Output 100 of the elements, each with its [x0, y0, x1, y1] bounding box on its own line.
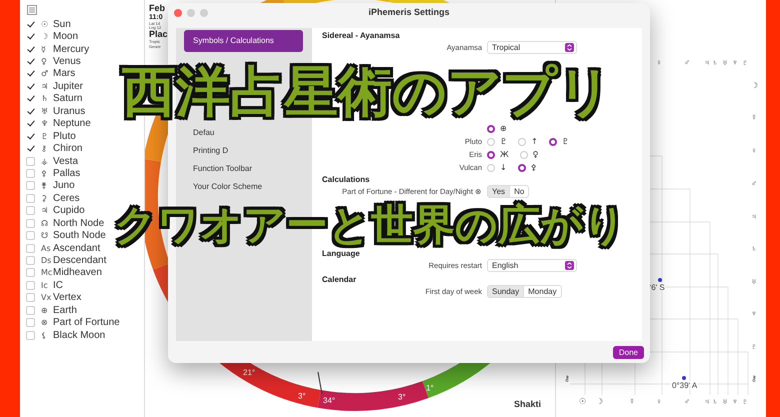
planet-label: Moon — [53, 31, 78, 42]
planet-label: Mars — [53, 68, 76, 80]
radio-button[interactable] — [487, 150, 495, 158]
segment-option[interactable]: Yes — [488, 186, 510, 197]
planet-glyph: ⚴ — [41, 168, 48, 178]
planet-label: Midheaven — [53, 267, 102, 278]
planet-glyph: ⊕ — [41, 306, 49, 315]
segment-option[interactable]: Sunday — [488, 286, 524, 297]
checkbox[interactable] — [26, 268, 35, 278]
planet-label: Mercury — [53, 44, 90, 55]
checkbox[interactable] — [26, 57, 35, 66]
checkbox[interactable] — [26, 106, 35, 116]
checkbox[interactable] — [26, 318, 35, 328]
settings-nav-item[interactable]: Symbols / Calculations — [184, 30, 303, 52]
chevron-updown-icon — [565, 261, 574, 270]
planet-glyph: ⊗ — [41, 318, 49, 328]
checkbox[interactable] — [26, 293, 35, 302]
planet-glyph: ⚶ — [41, 156, 49, 166]
checkbox[interactable] — [26, 32, 35, 42]
symbol-glyph: ↑ — [531, 137, 538, 146]
checkbox[interactable] — [26, 168, 35, 178]
checkbox[interactable] — [26, 280, 35, 290]
planet-label: Ascendant — [53, 242, 100, 254]
radio-button[interactable] — [518, 164, 526, 172]
checkbox[interactable] — [26, 82, 35, 91]
planet-glyph: Mc — [41, 268, 53, 278]
checkbox[interactable] — [26, 194, 35, 203]
planet-glyph: ♂ — [41, 69, 50, 78]
planet-label: North Node — [53, 218, 104, 229]
segment-option[interactable]: No — [509, 186, 528, 197]
dropdown[interactable]: Tropical — [487, 41, 577, 54]
chart-info-text: Feb — [149, 4, 166, 14]
symbol-glyph: Ж — [500, 150, 509, 159]
planet-glyph: Ic — [41, 280, 49, 290]
symbol-glyph: ⊕ — [500, 124, 507, 133]
checkbox[interactable] — [26, 119, 35, 128]
checkbox[interactable] — [26, 132, 35, 141]
checkbox[interactable] — [26, 206, 35, 216]
close-button[interactable] — [174, 8, 182, 16]
planet-label: Earth — [53, 304, 77, 316]
planet-glyph: ☊ — [41, 218, 50, 228]
planet-label: Saturn — [53, 93, 82, 104]
checkbox[interactable] — [26, 156, 35, 166]
planet-label: Cupido — [53, 205, 85, 216]
checkbox[interactable] — [26, 181, 35, 190]
planet-glyph: ☋ — [41, 231, 50, 240]
planet-label: Vesta — [53, 156, 78, 167]
planet-label: Venus — [53, 56, 81, 68]
planet-glyph: ♀ — [41, 57, 48, 66]
checkbox[interactable] — [26, 231, 35, 240]
done-button[interactable]: Done — [612, 346, 644, 358]
symbol-glyph: ♀ — [532, 150, 538, 159]
planet-label: Uranus — [53, 106, 86, 117]
planet-label: Sun — [53, 18, 71, 30]
planet-label: Vertex — [53, 292, 82, 304]
planet-glyph: Ds — [41, 256, 52, 266]
checkbox[interactable] — [26, 44, 35, 54]
planet-glyph: ♇ — [41, 132, 50, 141]
checkbox[interactable] — [26, 330, 35, 340]
planet-label: IC — [53, 280, 63, 291]
checkbox[interactable] — [26, 218, 35, 228]
symbol-glyph: ♇ — [500, 137, 508, 146]
symbol-glyph: ♇ — [562, 137, 570, 146]
segment-option[interactable]: Monday — [523, 286, 561, 297]
settings-nav-item[interactable]: Printing D — [184, 142, 303, 160]
planet-glyph: ♅ — [41, 106, 50, 116]
planet-label: Pallas — [53, 168, 80, 179]
chevron-updown-icon — [565, 43, 574, 52]
minimize-button[interactable] — [187, 8, 195, 16]
section-title: Language — [322, 248, 361, 259]
planet-glyph: ☿ — [41, 44, 47, 54]
window-title: iPhemeris Settings — [368, 7, 450, 17]
dropdown[interactable]: English — [487, 259, 577, 272]
planet-glyph: ⚸ — [41, 330, 48, 340]
list-icon[interactable] — [27, 5, 37, 15]
radio-button[interactable] — [487, 124, 495, 132]
planet-glyph: As — [41, 244, 52, 253]
radio-button[interactable] — [548, 138, 557, 146]
planet-glyph: ♃ — [41, 206, 50, 216]
checkbox[interactable] — [26, 69, 35, 78]
planet-glyph: ♄ — [41, 94, 50, 104]
checkbox[interactable] — [26, 256, 35, 266]
settings-nav-item[interactable]: Your Color Scheme — [184, 178, 303, 196]
planet-glyph: ♆ — [41, 119, 50, 128]
zoom-button[interactable] — [200, 8, 208, 16]
checkbox[interactable] — [26, 20, 35, 29]
planet-glyph: ⚵ — [41, 181, 48, 190]
checkbox[interactable] — [26, 94, 35, 104]
checkbox[interactable] — [26, 244, 35, 253]
settings-nav-item[interactable]: Function Toolbar — [184, 160, 303, 178]
section-title: Calculations — [322, 174, 371, 185]
settings-nav-item[interactable]: Defau — [184, 124, 303, 142]
planet-label: Chiron — [53, 143, 82, 154]
checkbox[interactable] — [26, 144, 35, 154]
checkbox[interactable] — [26, 306, 35, 315]
section-title: Sidereal - Ayanamsa — [322, 30, 401, 41]
planet-glyph: ☽ — [41, 32, 50, 42]
planet-label: South Node — [53, 230, 106, 242]
planet-label: Black Moon — [53, 330, 106, 341]
section-title: Calendar — [322, 274, 358, 285]
